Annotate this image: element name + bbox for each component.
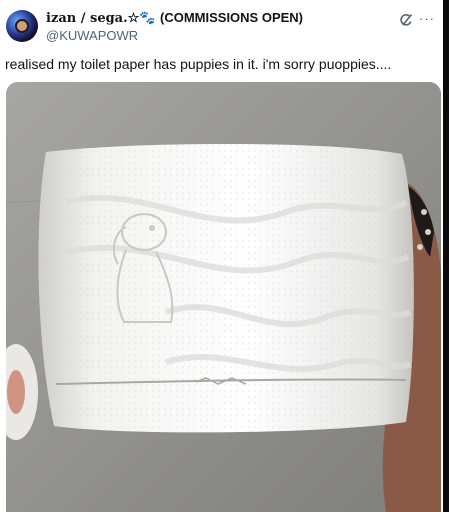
- more-icon[interactable]: ···: [419, 12, 435, 26]
- grok-icon[interactable]: [399, 13, 413, 27]
- avatar[interactable]: [6, 10, 38, 42]
- avatar-face: [15, 19, 29, 33]
- name-suffix: (COMMISSIONS OPEN): [160, 10, 304, 25]
- name-emojis: ☆🐾: [127, 11, 156, 26]
- tweet-header: izan / sega.☆🐾 (COMMISSIONS OPEN) @KUWAP…: [6, 8, 441, 48]
- tweet-photo[interactable]: [6, 82, 441, 512]
- window-edge: [443, 0, 449, 512]
- handle[interactable]: @KUWAPOWR: [46, 27, 386, 45]
- display-name: izan / sega.: [46, 11, 128, 26]
- display-name-row[interactable]: izan / sega.☆🐾 (COMMISSIONS OPEN): [46, 9, 386, 27]
- tweet-text: realised my toilet paper has puppies in …: [5, 56, 392, 72]
- author-names: izan / sega.☆🐾 (COMMISSIONS OPEN) @KUWAP…: [46, 9, 386, 45]
- photo-content: [6, 82, 441, 512]
